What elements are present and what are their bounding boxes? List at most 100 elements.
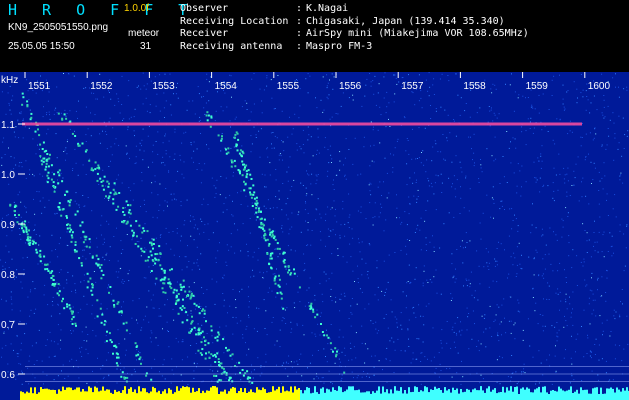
streak-dot	[260, 226, 263, 229]
noise-dot	[171, 369, 173, 371]
noise-dot	[21, 372, 23, 374]
noise-dot	[75, 162, 77, 164]
noise-dot	[428, 95, 430, 97]
noise-dot	[598, 379, 599, 381]
streak-dot	[251, 205, 254, 207]
streak-dot	[52, 279, 55, 281]
streak-dot	[127, 211, 130, 214]
noise-dot	[364, 95, 366, 97]
noise-dot	[143, 150, 145, 152]
streak-dot	[105, 195, 107, 198]
noise-dot	[421, 107, 423, 109]
streak-dot	[69, 307, 72, 310]
noise-dot	[311, 230, 313, 231]
noise-dot	[170, 193, 172, 195]
noise-dot	[435, 269, 437, 271]
noise-dot	[565, 349, 566, 351]
streak-dot	[239, 371, 242, 374]
noise-dot	[586, 96, 588, 97]
noise-dot	[480, 343, 482, 345]
noise-dot	[377, 186, 379, 188]
noise-dot	[541, 160, 543, 162]
streak-dot	[103, 323, 106, 326]
noise-dot	[381, 195, 382, 196]
floor-bar	[332, 387, 334, 400]
noise-dot	[473, 152, 475, 154]
streak-dot	[82, 241, 85, 244]
floor-bar	[274, 390, 276, 400]
noise-dot	[80, 281, 82, 283]
floor-bar	[594, 387, 596, 400]
floor-bar	[458, 393, 460, 400]
noise-dot	[102, 378, 104, 380]
noise-dot	[432, 146, 434, 148]
noise-dot	[51, 301, 53, 302]
noise-dot	[292, 128, 294, 130]
noise-dot	[308, 287, 310, 289]
noise-dot	[328, 278, 330, 280]
noise-dot	[109, 117, 111, 119]
noise-dot	[300, 182, 302, 184]
streak-dot	[266, 253, 269, 255]
noise-dot	[145, 97, 147, 99]
noise-dot	[601, 295, 603, 297]
noise-dot	[83, 274, 85, 276]
noise-dot	[286, 171, 288, 173]
noise-dot	[203, 317, 205, 318]
floor-bar	[212, 386, 214, 400]
floor-bar	[68, 387, 70, 400]
noise-dot	[591, 277, 592, 279]
noise-dot	[433, 246, 435, 248]
streak-dot	[57, 283, 60, 285]
noise-dot	[580, 145, 582, 147]
noise-dot	[223, 299, 225, 301]
noise-dot	[486, 148, 488, 150]
noise-dot	[593, 137, 595, 139]
noise-dot	[173, 158, 175, 160]
noise-dot	[306, 289, 308, 291]
noise-dot	[551, 325, 553, 327]
noise-dot	[425, 244, 427, 246]
streak-dot	[146, 230, 149, 233]
noise-dot	[474, 290, 476, 292]
noise-dot	[79, 351, 81, 353]
noise-dot	[115, 271, 117, 273]
noise-dot	[239, 291, 240, 293]
streak-dot	[228, 376, 231, 379]
noise-dot	[220, 150, 222, 152]
noise-dot	[57, 256, 59, 258]
noise-dot	[605, 300, 607, 302]
noise-dot	[437, 175, 439, 177]
noise-dot	[143, 319, 145, 321]
noise-dot	[102, 312, 103, 314]
noise-dot	[460, 197, 462, 199]
noise-dot	[425, 305, 427, 307]
noise-dot	[265, 361, 267, 363]
noise-dot	[590, 161, 592, 163]
noise-dot	[154, 181, 156, 183]
noise-dot	[365, 84, 367, 86]
streak-dot	[58, 174, 61, 177]
noise-dot	[180, 235, 182, 237]
noise-dot	[515, 371, 517, 373]
noise-dot	[247, 205, 249, 207]
noise-dot	[121, 104, 123, 105]
noise-dot	[605, 292, 607, 293]
noise-dot	[175, 180, 177, 182]
noise-dot	[266, 334, 268, 336]
noise-dot	[553, 190, 555, 192]
noise-dot	[488, 286, 490, 288]
floor-bar	[474, 388, 476, 400]
noise-dot	[327, 343, 329, 345]
noise-dot	[365, 262, 367, 264]
streak-dot	[230, 159, 233, 162]
noise-dot	[551, 95, 553, 96]
streak-dot	[142, 227, 145, 230]
noise-dot	[623, 88, 625, 90]
noise-dot	[577, 333, 579, 335]
noise-dot	[413, 312, 415, 314]
noise-dot	[396, 194, 397, 196]
noise-dot	[591, 370, 593, 372]
floor-bar	[616, 387, 618, 400]
noise-dot	[199, 233, 200, 235]
